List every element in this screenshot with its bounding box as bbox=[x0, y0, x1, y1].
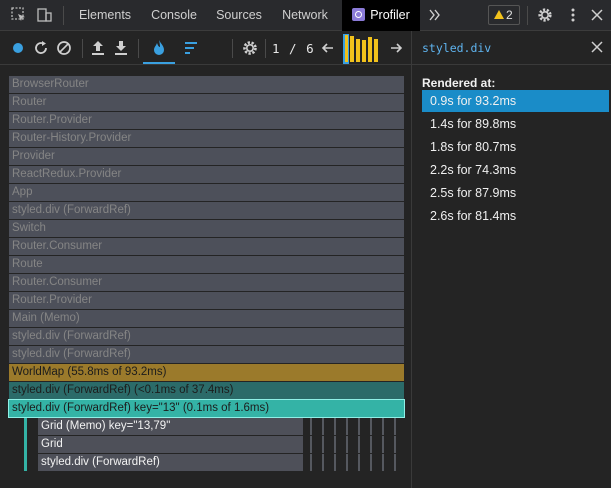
flame-chart: BrowserRouter Router Router.Provider Router… bbox=[0, 65, 411, 488]
tab-profiler[interactable]: Profiler bbox=[342, 0, 420, 31]
flame-child-row[interactable]: Grid (Memo) key="13,79" bbox=[38, 418, 303, 435]
flame-sibling-stripes bbox=[310, 436, 402, 453]
flame-row[interactable]: Switch bbox=[9, 220, 404, 237]
close-panel-icon[interactable] bbox=[590, 40, 604, 54]
commit-bar[interactable] bbox=[368, 37, 372, 62]
device-toolbar-icon[interactable] bbox=[35, 6, 53, 24]
flame-row[interactable]: Router bbox=[9, 94, 404, 111]
flame-row[interactable]: Route bbox=[9, 256, 404, 273]
devtools-tab-bar: Elements Console Sources Network Profile… bbox=[0, 0, 611, 31]
commit-bar[interactable] bbox=[374, 39, 378, 62]
warning-icon bbox=[494, 10, 504, 19]
profiler-toolbar: 1 / 6 bbox=[0, 31, 411, 65]
tab-profiler-label: Profiler bbox=[370, 8, 410, 22]
rendered-at-item[interactable]: 2.5s for 87.9ms bbox=[422, 182, 609, 204]
selected-commit-underline bbox=[343, 62, 349, 64]
flamegraph-flame-icon[interactable] bbox=[149, 38, 169, 58]
commit-bar[interactable] bbox=[345, 35, 348, 62]
warnings-badge[interactable]: 2 bbox=[488, 5, 520, 25]
rendered-at-item[interactable]: 0.9s for 93.2ms bbox=[422, 90, 609, 112]
more-tabs-chevron-icon[interactable] bbox=[427, 7, 443, 23]
flame-row[interactable]: styled.div (ForwardRef) (<0.1ms of 37.4m… bbox=[9, 382, 404, 399]
next-commit-arrow-icon[interactable] bbox=[386, 38, 406, 58]
flame-row[interactable]: styled.div (ForwardRef) bbox=[9, 346, 404, 363]
flame-child-row[interactable]: styled.div (ForwardRef) bbox=[38, 454, 303, 471]
ranked-chart-icon[interactable] bbox=[182, 38, 202, 58]
tab-elements[interactable]: Elements bbox=[70, 0, 140, 31]
rendered-at-item[interactable]: 1.8s for 80.7ms bbox=[422, 136, 609, 158]
selected-fiber-header: styled.div bbox=[412, 31, 611, 65]
profiler-settings-gear-icon[interactable] bbox=[240, 38, 260, 58]
flame-row[interactable]: styled.div (ForwardRef) key="13" (0.1ms … bbox=[8, 399, 405, 418]
divider bbox=[527, 6, 528, 25]
divider bbox=[82, 39, 83, 58]
flame-row[interactable]: Provider bbox=[9, 148, 404, 165]
commit-bar[interactable] bbox=[350, 36, 354, 62]
tab-sources[interactable]: Sources bbox=[208, 0, 270, 31]
flame-row[interactable]: ReactRedux.Provider bbox=[9, 166, 404, 183]
react-logo-icon bbox=[352, 8, 366, 21]
rendered-at-label: Rendered at: bbox=[422, 76, 496, 90]
flame-row[interactable]: WorldMap (55.8ms of 93.2ms) bbox=[9, 364, 404, 381]
divider bbox=[232, 39, 233, 58]
clear-profile-icon[interactable] bbox=[54, 38, 74, 58]
tab-network[interactable]: Network bbox=[270, 0, 340, 31]
flame-sibling-stripes bbox=[310, 454, 402, 471]
commit-index: 1 / 6 bbox=[272, 41, 315, 56]
flame-row[interactable]: styled.div (ForwardRef) bbox=[9, 202, 404, 219]
warning-count: 2 bbox=[506, 8, 513, 22]
flame-row[interactable]: Router.Consumer bbox=[9, 274, 404, 291]
selected-fiber-panel: styled.div Rendered at: 0.9s for 93.2ms 1… bbox=[411, 31, 611, 488]
rendered-at-item[interactable]: 1.4s for 89.8ms bbox=[422, 113, 609, 135]
selected-component-name: styled.div bbox=[422, 41, 492, 55]
kebab-menu-icon[interactable] bbox=[564, 6, 582, 24]
flame-child-row[interactable]: Grid bbox=[38, 436, 303, 453]
flame-row[interactable]: BrowserRouter bbox=[9, 76, 404, 93]
flame-row[interactable]: Router.Provider bbox=[9, 112, 404, 129]
load-profile-icon[interactable] bbox=[88, 38, 108, 58]
commit-bar[interactable] bbox=[356, 39, 360, 62]
divider bbox=[138, 39, 139, 58]
inspect-element-icon[interactable] bbox=[10, 6, 28, 24]
divider bbox=[265, 39, 266, 58]
flame-row[interactable]: styled.div (ForwardRef) bbox=[9, 328, 404, 345]
flame-row[interactable]: Router.Provider bbox=[9, 292, 404, 309]
flame-row[interactable]: Router-History.Provider bbox=[9, 130, 404, 147]
selected-subtree-accent bbox=[24, 418, 27, 471]
flame-row[interactable]: App bbox=[9, 184, 404, 201]
previous-commit-arrow-icon[interactable] bbox=[318, 38, 338, 58]
close-devtools-icon[interactable] bbox=[588, 6, 606, 24]
reload-and-profile-icon[interactable] bbox=[31, 38, 51, 58]
record-icon[interactable] bbox=[8, 38, 28, 58]
flamegraph-tab-indicator bbox=[143, 62, 175, 64]
settings-gear-icon[interactable] bbox=[536, 6, 554, 24]
flame-row[interactable]: Main (Memo) bbox=[9, 310, 404, 327]
rendered-at-item[interactable]: 2.6s for 81.4ms bbox=[422, 205, 609, 227]
divider bbox=[63, 6, 64, 25]
rendered-at-item[interactable]: 2.2s for 74.3ms bbox=[422, 159, 609, 181]
save-profile-icon[interactable] bbox=[111, 38, 131, 58]
tab-console[interactable]: Console bbox=[140, 0, 208, 31]
commit-bar[interactable] bbox=[362, 40, 366, 62]
flame-row[interactable]: Router.Consumer bbox=[9, 238, 404, 255]
flame-sibling-stripes bbox=[310, 418, 402, 435]
